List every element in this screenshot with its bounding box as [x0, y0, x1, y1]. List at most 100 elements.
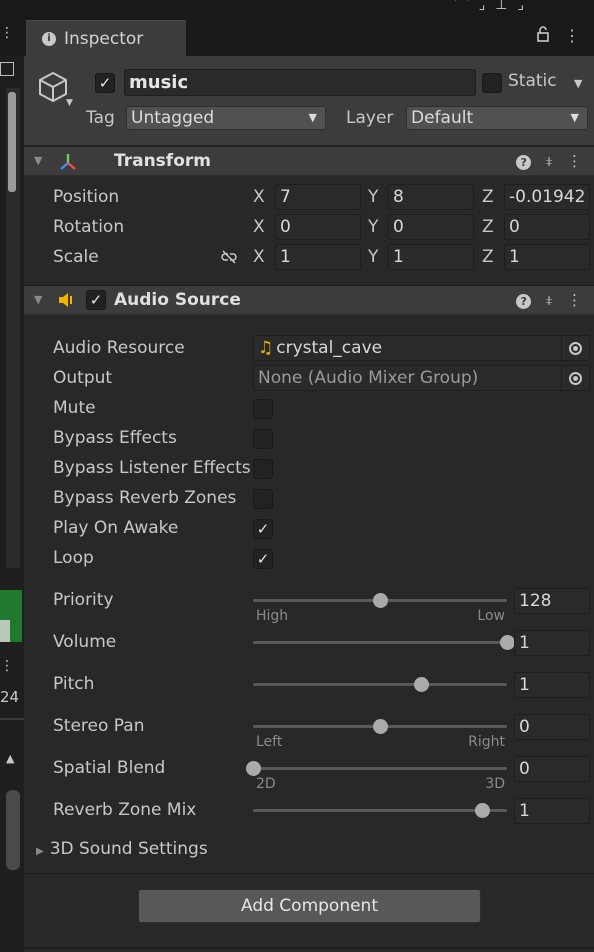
axis-x-label: X — [253, 187, 265, 207]
audio-source-enabled-checkbox[interactable]: ✓ — [86, 290, 106, 310]
toggle-label: Play On Awake — [53, 518, 179, 538]
slider-label: Spatial Blend — [53, 758, 166, 778]
slider-knob[interactable] — [474, 803, 490, 818]
help-icon[interactable]: ? — [516, 155, 532, 170]
name-field[interactable]: music — [124, 69, 476, 96]
slider-knob[interactable] — [246, 761, 261, 776]
slider-max-caption: 3D — [485, 776, 505, 792]
grid-icon[interactable] — [0, 62, 14, 76]
left-scrollbar-thumb[interactable] — [8, 92, 16, 192]
slider-track[interactable] — [253, 767, 507, 770]
toggle-label: Loop — [53, 548, 94, 568]
transform-axes-icon — [60, 154, 76, 170]
component-separator — [24, 873, 594, 874]
object-picker-icon[interactable] — [561, 366, 589, 390]
cube-icon[interactable] — [36, 70, 70, 104]
toggle-checkbox[interactable]: ✓ — [253, 549, 273, 569]
layer-value: Default — [411, 108, 474, 128]
audio-resource-label: Audio Resource — [53, 338, 185, 358]
left-panel-menu-icon-2[interactable]: ⋮ — [0, 658, 14, 674]
axis-y-label: Y — [368, 187, 379, 207]
fold-arrow-icon[interactable]: ▼ — [34, 293, 42, 306]
speaker-icon — [59, 293, 72, 307]
slider-label: Priority — [53, 590, 114, 610]
transform-position-y-field[interactable]: 8 — [388, 184, 474, 210]
axis-x-label: X — [253, 247, 265, 267]
icon-dropdown-caret-icon[interactable]: ▼ — [66, 98, 73, 108]
left-panel-edge: ⋮ ⋮ 24 ▲ — [0, 0, 24, 952]
sliders-icon[interactable]: ⧧ — [545, 291, 553, 309]
kebab-menu-icon[interactable]: ⋮ — [567, 152, 582, 170]
toggle-checkbox[interactable] — [253, 459, 273, 479]
slider-knob[interactable] — [413, 677, 429, 692]
static-dropdown-icon[interactable]: ▼ — [574, 77, 582, 90]
slider-knob[interactable] — [373, 719, 388, 734]
inspector-panel: i Inspector ⋮ ▼ ✓ music Static ▼ Tag Unt… — [24, 18, 594, 952]
lock-icon[interactable] — [536, 26, 550, 46]
left-panel-menu-icon[interactable]: ⋮ — [0, 26, 14, 40]
transform-scale-z-field[interactable]: 1 — [504, 244, 590, 270]
transform-scale-label: Scale — [53, 247, 99, 267]
tag-dropdown[interactable]: Untagged ▼ — [126, 106, 326, 130]
transform-header[interactable]: ▼ Transform ? ⧧ ⋮ — [24, 146, 594, 176]
transform-rotation-z-field[interactable]: 0 — [504, 214, 590, 240]
toggle-checkbox[interactable] — [253, 429, 273, 449]
static-checkbox[interactable] — [482, 73, 502, 93]
transform-tools: ? ⧧ ⋮ — [516, 152, 582, 170]
static-label: Static — [508, 71, 557, 91]
toggle-checkbox[interactable] — [253, 489, 273, 509]
transform-scale-y-field[interactable]: 1 — [388, 244, 474, 270]
slider-value-field[interactable]: 128 — [514, 588, 590, 614]
kebab-menu-icon[interactable]: ⋮ — [567, 291, 582, 309]
slider-label: Volume — [53, 632, 117, 652]
slider-value-field[interactable]: 0 — [514, 756, 590, 782]
toggle-checkbox[interactable]: ✓ — [253, 519, 273, 539]
tab-bar: i Inspector ⋮ — [24, 18, 594, 56]
output-label: Output — [53, 368, 113, 388]
unlink-icon[interactable] — [220, 250, 238, 264]
left-scrollbar-thumb-2[interactable] — [6, 790, 20, 870]
transform-position-x-field[interactable]: 7 — [275, 184, 361, 210]
slider-value-field[interactable]: 1 — [514, 798, 590, 824]
audio-source-tools: ? ⧧ ⋮ — [516, 291, 582, 309]
transform-rotation-y-field[interactable]: 0 — [388, 214, 474, 240]
slider-knob[interactable] — [500, 635, 515, 650]
transform-scale-x-field[interactable]: 1 — [275, 244, 361, 270]
slider-track[interactable] — [253, 809, 507, 812]
fold-arrow-icon[interactable]: ▼ — [34, 154, 42, 167]
audio-resource-value: crystal_cave — [276, 338, 383, 358]
toggle-label: Mute — [53, 398, 96, 418]
add-component-button[interactable]: Add Component — [138, 889, 481, 923]
left-panel-number: 24 — [0, 688, 20, 706]
audio-source-header[interactable]: ▼ ✓ Audio Source ? ⧧ ⋮ — [24, 285, 594, 315]
transform-position-z-field[interactable]: -0.01942 — [504, 184, 590, 210]
slider-value-field[interactable]: 1 — [514, 630, 590, 656]
active-checkbox[interactable]: ✓ — [95, 73, 115, 93]
layer-dropdown[interactable]: Default ▼ — [406, 106, 588, 130]
3d-sound-settings-foldout[interactable]: ▶ 3D Sound Settings — [36, 839, 208, 859]
gameobject-header: ▼ ✓ music Static ▼ Tag Untagged ▼ Layer … — [24, 56, 594, 146]
slider-track[interactable] — [253, 683, 507, 686]
transform-rotation-x-field[interactable]: 0 — [275, 214, 361, 240]
object-picker-icon[interactable] — [561, 336, 589, 360]
slider-label: Pitch — [53, 674, 95, 694]
tab-inspector[interactable]: i Inspector — [26, 20, 186, 56]
axis-z-label: Z — [482, 187, 494, 207]
slider-track[interactable] — [253, 641, 507, 644]
axis-z-label: Z — [482, 247, 494, 267]
scroll-up-arrow-icon[interactable]: ▲ — [6, 752, 14, 765]
toggle-checkbox[interactable] — [253, 399, 273, 419]
audio-resource-field[interactable]: ♫ crystal_cave — [253, 335, 590, 361]
output-field[interactable]: None (Audio Mixer Group) — [253, 365, 590, 391]
slider-knob[interactable] — [373, 593, 388, 608]
slider-value-field[interactable]: 1 — [514, 672, 590, 698]
toolbar-icons: ⌒⌟⊥⌟ — [454, 0, 534, 13]
slider-min-caption: High — [256, 608, 289, 624]
slider-value-field[interactable]: 0 — [514, 714, 590, 740]
help-icon[interactable]: ? — [516, 294, 532, 309]
sliders-icon[interactable]: ⧧ — [545, 152, 553, 170]
slider-min-caption: Left — [256, 734, 283, 750]
transform-rotation-label: Rotation — [53, 217, 125, 237]
fold-arrow-icon: ▶ — [36, 846, 44, 857]
kebab-menu-icon[interactable]: ⋮ — [564, 26, 580, 46]
